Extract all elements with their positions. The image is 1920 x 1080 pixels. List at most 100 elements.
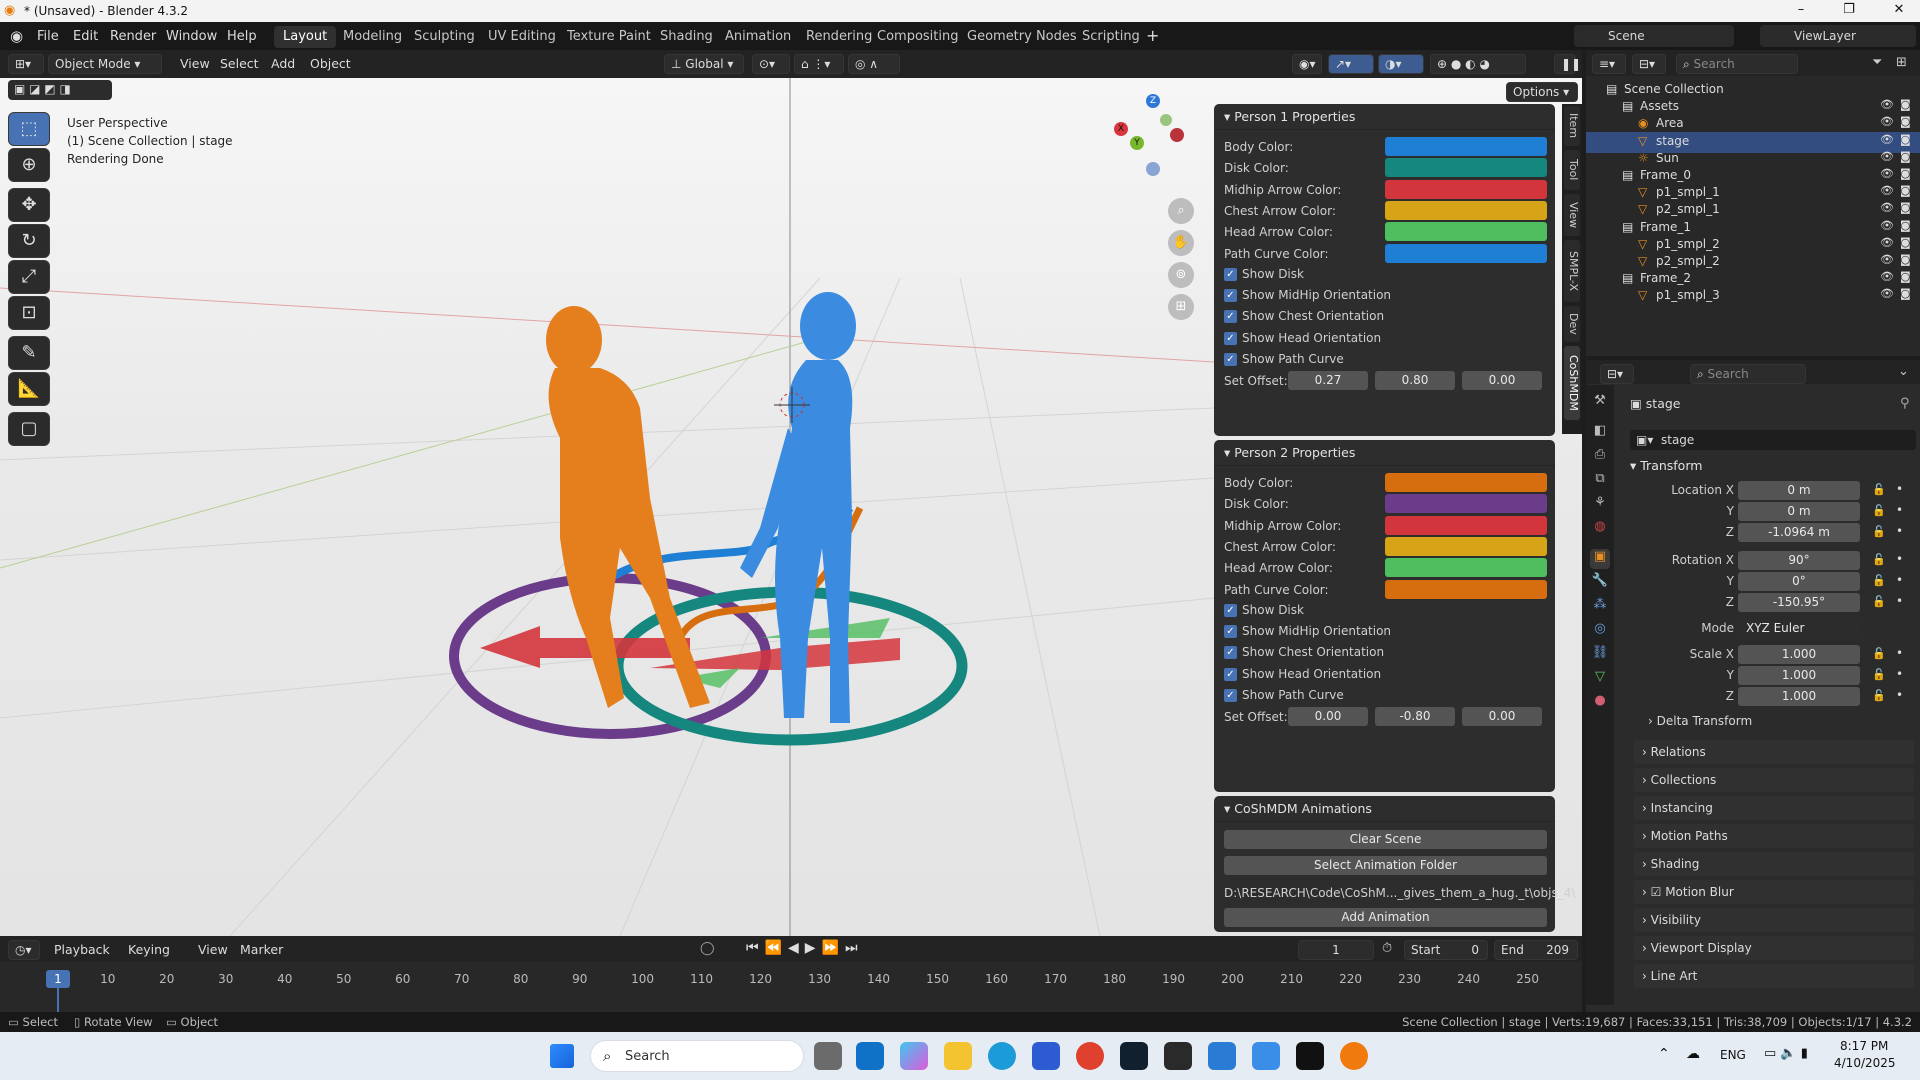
color-swatch[interactable]: [1385, 158, 1547, 178]
view-layer-tab-icon[interactable]: ⧉: [1590, 471, 1610, 491]
render-camera-icon[interactable]: ◙: [1900, 236, 1911, 249]
tab-view[interactable]: View: [1564, 194, 1580, 236]
tab-scripting[interactable]: Scripting: [1073, 26, 1149, 48]
tab-geometry-nodes[interactable]: Geometry Nodes: [958, 26, 1086, 48]
capcut-icon[interactable]: [1296, 1042, 1324, 1070]
store-icon[interactable]: [1032, 1042, 1060, 1070]
offset-field[interactable]: 0.00: [1462, 707, 1542, 727]
cloud-icon[interactable]: ☁: [1686, 1046, 1700, 1062]
color-swatch[interactable]: [1385, 515, 1547, 535]
tab-coshmdm[interactable]: CoShMDM: [1564, 346, 1580, 420]
pin-icon[interactable]: ⚲: [1900, 396, 1910, 411]
gizmo-z[interactable]: Z: [1146, 94, 1160, 108]
render-camera-icon[interactable]: ◙: [1900, 133, 1911, 146]
proportional-edit-icon[interactable]: ◎ ∧: [848, 54, 900, 74]
pan-hand-icon[interactable]: ✋: [1168, 230, 1194, 256]
current-frame-field[interactable]: 1: [1298, 940, 1374, 960]
property-value[interactable]: -1.0964 m: [1738, 523, 1860, 542]
lock-icon[interactable]: 🔓: [1872, 525, 1886, 538]
checkbox[interactable]: ✓: [1224, 625, 1237, 639]
select-animation-folder-button[interactable]: Select Animation Folder: [1224, 856, 1547, 875]
object-name-field[interactable]: ▣▾ stage: [1630, 430, 1916, 450]
material-tab-icon[interactable]: ●: [1590, 693, 1610, 713]
notepad-icon[interactable]: [1252, 1042, 1280, 1070]
lock-icon[interactable]: 🔓: [1872, 574, 1886, 587]
blender-menu-icon[interactable]: ◉: [10, 27, 23, 45]
property-value[interactable]: 1.000: [1738, 666, 1860, 685]
timeline-track-area[interactable]: 10 20 30 40 50 60 70 80 90 100 110 120 130 140 150 160 1…: [0, 962, 1582, 1012]
checkbox-row[interactable]: ✓ Show MidHip Orientation: [1222, 621, 1547, 643]
modifier-tab-icon[interactable]: 🔧: [1590, 573, 1610, 593]
playhead[interactable]: 1: [46, 970, 70, 988]
property-value[interactable]: 90°: [1738, 551, 1860, 570]
transform-header[interactable]: ▾ Transform: [1630, 458, 1916, 473]
properties-subpanel[interactable]: › Viewport Display: [1634, 936, 1914, 960]
add-animation-button[interactable]: Add Animation: [1224, 908, 1547, 927]
outlook-icon[interactable]: [856, 1042, 884, 1070]
lock-icon[interactable]: 🔓: [1872, 689, 1886, 702]
new-collection-icon[interactable]: ⊞: [1896, 55, 1907, 70]
mode-dropdown[interactable]: Object Mode ▾: [48, 54, 162, 74]
gizmo-neg-x[interactable]: [1170, 128, 1184, 142]
command-prompt-icon[interactable]: [1164, 1042, 1192, 1070]
properties-subpanel[interactable]: › Line Art: [1634, 964, 1914, 988]
checkbox[interactable]: ✓: [1224, 603, 1237, 617]
checkbox[interactable]: ✓: [1224, 331, 1237, 345]
keyframe-dot-icon[interactable]: •: [1896, 503, 1903, 517]
render-camera-icon[interactable]: ◙: [1900, 167, 1911, 180]
preview-range-icon[interactable]: ⏱: [1382, 941, 1392, 956]
eye-icon[interactable]: 👁: [1880, 201, 1894, 214]
move-icon[interactable]: ✥: [8, 188, 50, 222]
playback-controls[interactable]: ⏮⏪◀▶⏩⏭: [746, 940, 864, 956]
offset-field[interactable]: -0.80: [1375, 707, 1455, 727]
properties-subpanel[interactable]: › Motion Paths: [1634, 824, 1914, 848]
checkbox-row[interactable]: ✓ Show Disk: [1222, 600, 1547, 622]
keying-menu[interactable]: Keying: [128, 942, 170, 957]
checkbox[interactable]: ✓: [1224, 353, 1237, 366]
gizmo-y[interactable]: Y: [1130, 136, 1144, 150]
pause-icon[interactable]: ❚❚: [1554, 54, 1581, 74]
render-camera-icon[interactable]: ◙: [1900, 287, 1911, 300]
color-swatch[interactable]: [1385, 494, 1547, 514]
viewlayer-selector[interactable]: ViewLayer: [1760, 25, 1916, 47]
lock-icon[interactable]: 🔓: [1872, 553, 1886, 566]
menu-object[interactable]: Object: [310, 56, 351, 71]
tab-uv-editing[interactable]: UV Editing: [479, 26, 565, 48]
particles-tab-icon[interactable]: ⁂: [1590, 597, 1610, 617]
outliner-row[interactable]: ▽ p1_smpl_3 👁 ◙: [1586, 286, 1920, 307]
minimize-icon[interactable]: –: [1786, 2, 1816, 17]
clock-time[interactable]: 8:17 PM: [1840, 1039, 1888, 1053]
clock-date[interactable]: 4/10/2025: [1834, 1056, 1896, 1070]
eye-icon[interactable]: 👁: [1880, 184, 1894, 197]
eye-icon[interactable]: 👁: [1880, 219, 1894, 232]
properties-subpanel[interactable]: › Collections: [1634, 768, 1914, 792]
color-swatch[interactable]: [1385, 222, 1547, 242]
physics-tab-icon[interactable]: ◎: [1590, 621, 1610, 641]
gizmo-neg-z[interactable]: [1146, 162, 1160, 176]
scene-selector[interactable]: Scene: [1574, 25, 1734, 47]
render-camera-icon[interactable]: ◙: [1900, 184, 1911, 197]
keyframe-dot-icon[interactable]: •: [1896, 573, 1903, 587]
checkbox-row[interactable]: ✓ Show Disk: [1222, 264, 1547, 286]
keyframe-dot-icon[interactable]: •: [1896, 646, 1903, 660]
gizmo-x[interactable]: X: [1114, 122, 1128, 136]
color-swatch[interactable]: [1385, 243, 1547, 263]
eye-icon[interactable]: 👁: [1880, 115, 1894, 128]
rotation-mode-dropdown[interactable]: XYZ Euler: [1738, 619, 1860, 638]
delta-transform-subpanel[interactable]: › Delta Transform: [1648, 714, 1752, 728]
auto-keying-icon[interactable]: ◯: [700, 941, 715, 956]
tab-smplx[interactable]: SMPL-X: [1564, 240, 1580, 302]
tab-item[interactable]: Item: [1564, 106, 1580, 146]
eye-icon[interactable]: 👁: [1880, 253, 1894, 266]
checkbox[interactable]: ✓: [1224, 267, 1237, 281]
visibility-icon[interactable]: ◉▾: [1292, 54, 1322, 74]
checkbox[interactable]: ✓: [1224, 646, 1237, 660]
checkbox-row[interactable]: ✓ Show Head Orientation: [1222, 328, 1547, 350]
editor-type-icon[interactable]: ⊞▾: [8, 54, 44, 74]
menu-select[interactable]: Select: [220, 56, 259, 71]
keyframe-dot-icon[interactable]: •: [1896, 552, 1903, 566]
overlay-toggle-icon[interactable]: ◑▾: [1378, 54, 1424, 74]
eye-icon[interactable]: 👁: [1880, 270, 1894, 283]
gizmo-neg-y[interactable]: [1160, 114, 1172, 126]
keyframe-dot-icon[interactable]: •: [1896, 524, 1903, 538]
